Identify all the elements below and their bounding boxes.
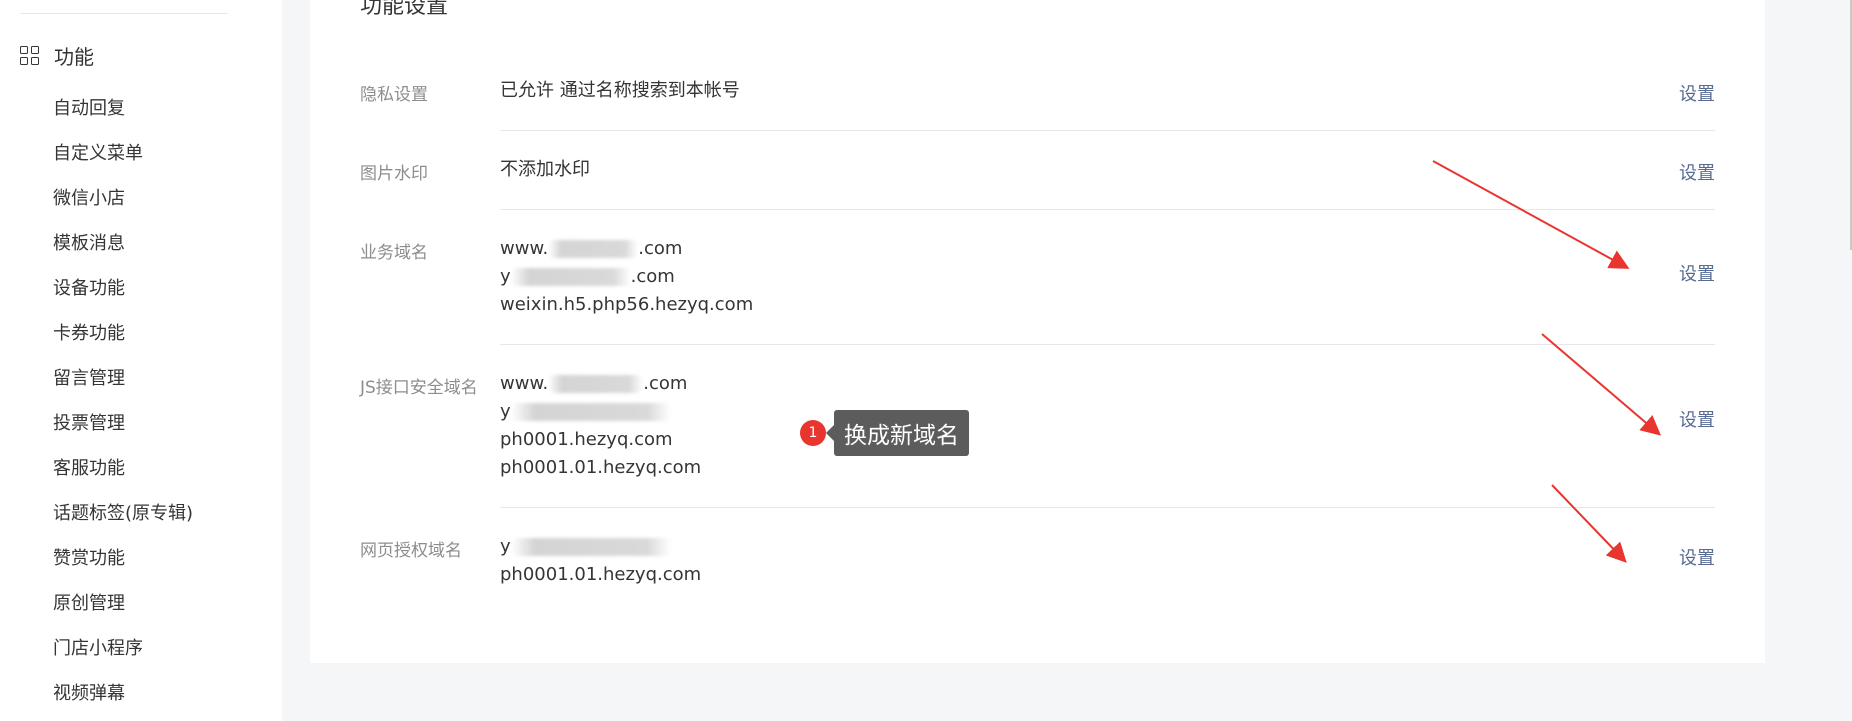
row-value: 已允许 通过名称搜索到本帐号: [500, 80, 740, 101]
sidebar: 功能 自动回复 自定义菜单 微信小店 模板消息 设备功能 卡券功能 留言管理 投…: [0, 0, 282, 721]
row-value: ph0001.01.hezyq.com: [500, 457, 702, 478]
sidebar-item-wechat-store[interactable]: 微信小店: [53, 181, 193, 226]
nav-section-function[interactable]: 功能: [20, 40, 94, 70]
row-value: y: [500, 533, 701, 561]
row-values: y ph0001.01.hezyq.com: [500, 533, 701, 589]
privacy-setting-button[interactable]: 设置: [1679, 80, 1715, 106]
redacted-text: [510, 403, 671, 421]
settings-panel: 功能设置 隐私设置 已允许 通过名称搜索到本帐号 设置 图片水印 不添加水印 设…: [310, 0, 1765, 663]
row-divider: [500, 209, 1715, 210]
nav-section-label: 功能: [54, 44, 94, 69]
sidebar-item-customer-service[interactable]: 客服功能: [53, 451, 193, 496]
redacted-text: [548, 375, 644, 393]
sidebar-item-auto-reply[interactable]: 自动回复: [53, 91, 193, 136]
row-label: 隐私设置: [360, 85, 428, 105]
row-value: www. .com: [500, 373, 688, 394]
row-value: ph0001.01.hezyq.com: [500, 564, 702, 585]
redacted-text: [510, 268, 631, 286]
business-domain-setting-button[interactable]: 设置: [1679, 260, 1715, 286]
row-value: y: [500, 398, 701, 426]
annotation-callout: 1 换成新域名: [800, 410, 969, 456]
row-label: 业务域名: [360, 243, 428, 263]
sidebar-item-video-danmaku[interactable]: 视频弹幕: [53, 676, 193, 721]
watermark-setting-button[interactable]: 设置: [1679, 159, 1715, 185]
row-label: JS接口安全域名: [360, 378, 478, 398]
setting-row-oauth-domain: 网页授权域名 y ph0001.01.hezyq.com 设置: [360, 536, 1715, 606]
sidebar-item-custom-menu[interactable]: 自定义菜单: [53, 136, 193, 181]
oauth-domain-setting-button[interactable]: 设置: [1679, 544, 1715, 570]
sidebar-divider: [20, 13, 228, 14]
setting-row-privacy: 隐私设置 已允许 通过名称搜索到本帐号 设置: [360, 80, 1715, 130]
sidebar-item-original[interactable]: 原创管理: [53, 586, 193, 631]
sidebar-item-reward[interactable]: 赞赏功能: [53, 541, 193, 586]
sidebar-item-vote[interactable]: 投票管理: [53, 406, 193, 451]
setting-row-js-safe-domain: JS接口安全域名 www. .com y ph0001.hezyq.com ph0…: [360, 373, 1715, 503]
row-label: 网页授权域名: [360, 541, 462, 561]
nav-list: 自动回复 自定义菜单 微信小店 模板消息 设备功能 卡券功能 留言管理 投票管理…: [53, 91, 193, 721]
setting-row-business-domain: 业务域名 www. .com y .com weixin.h5.php56.hezy…: [360, 238, 1715, 338]
row-value: weixin.h5.php56.hezyq.com: [500, 294, 754, 315]
sidebar-item-store-miniprogram[interactable]: 门店小程序: [53, 631, 193, 676]
callout-text: 换成新域名: [826, 410, 969, 456]
row-divider: [500, 507, 1715, 508]
setting-row-watermark: 图片水印 不添加水印 设置: [360, 159, 1715, 209]
callout-number-badge: 1: [800, 420, 826, 446]
sidebar-item-device[interactable]: 设备功能: [53, 271, 193, 316]
grid-icon: [20, 45, 39, 65]
row-value: y .com: [500, 266, 675, 287]
sidebar-item-template-message[interactable]: 模板消息: [53, 226, 193, 271]
row-values: www. .com y .com weixin.h5.php56.hezyq.com: [500, 235, 753, 319]
row-value: www. .com: [500, 238, 683, 259]
page-title: 功能设置: [360, 0, 449, 19]
row-values: www. .com y ph0001.hezyq.com ph0001.01.he…: [500, 370, 701, 482]
redacted-text: [510, 538, 671, 556]
sidebar-item-comments[interactable]: 留言管理: [53, 361, 193, 406]
row-label: 图片水印: [360, 164, 428, 184]
row-values: 已允许 通过名称搜索到本帐号: [500, 77, 740, 105]
row-divider: [500, 344, 1715, 345]
sidebar-item-coupon[interactable]: 卡券功能: [53, 316, 193, 361]
sidebar-item-topic-tags[interactable]: 话题标签(原专辑): [53, 496, 193, 541]
js-domain-setting-button[interactable]: 设置: [1679, 406, 1715, 432]
row-value: 不添加水印: [500, 159, 590, 180]
row-values: 不添加水印: [500, 156, 590, 184]
row-value: ph0001.hezyq.com: [500, 429, 673, 450]
redacted-text: [548, 240, 639, 258]
row-divider: [500, 130, 1715, 131]
